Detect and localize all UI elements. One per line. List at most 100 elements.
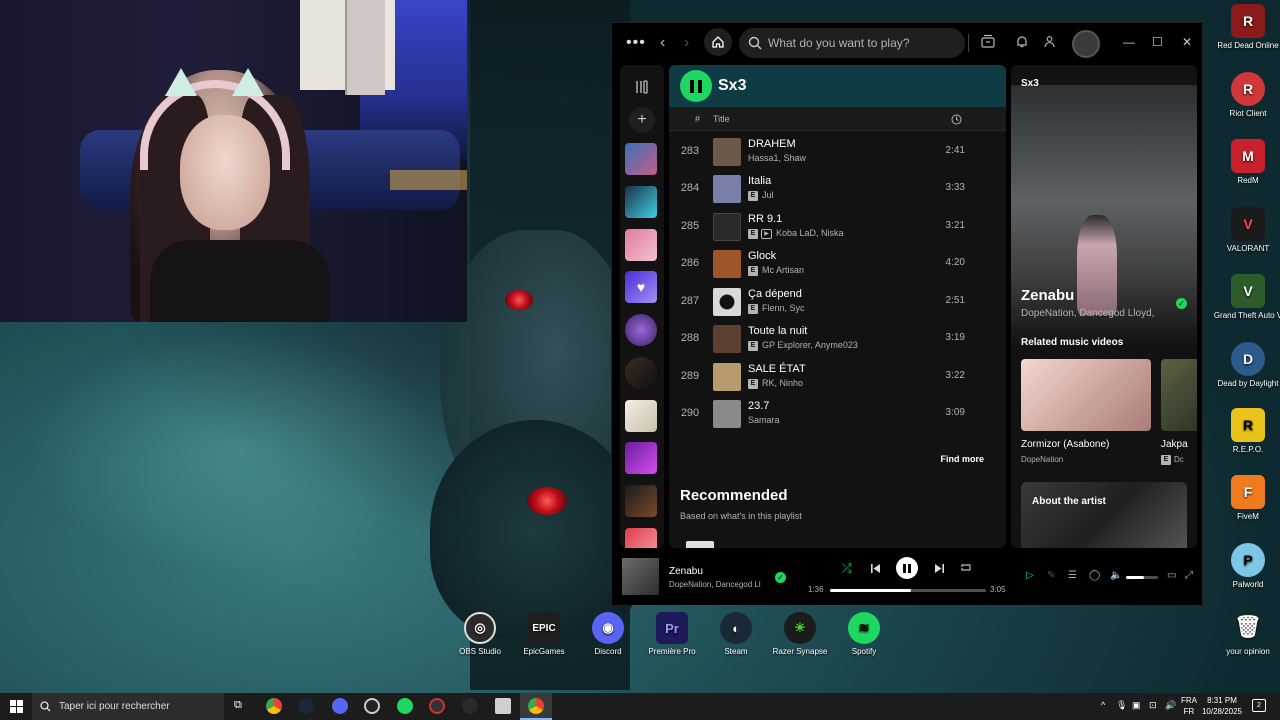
track-row[interactable]: 288 Toute la nuit E GP Explorer, Anyme02… <box>669 320 1006 357</box>
track-row[interactable]: 284 Italia E Jul 3:33 <box>669 170 1006 207</box>
related-video-title[interactable]: Zormizor (Asabone) <box>1021 439 1109 450</box>
desktop-icon-fivem[interactable]: F FiveM <box>1210 475 1280 522</box>
desktop-icon-recycle-bin[interactable]: 🗑 your opinion <box>1210 610 1280 657</box>
taskbar-search-input[interactable] <box>59 701 219 712</box>
library-item[interactable] <box>625 357 657 389</box>
user-avatar[interactable] <box>1072 30 1100 58</box>
dock-icon-steam[interactable]: ◐ Steam <box>704 612 768 656</box>
tray-app-icon[interactable]: ▣ <box>1132 700 1141 711</box>
minimize-icon[interactable]: — <box>1123 35 1135 49</box>
player-artists[interactable]: DopeNation, Dancegod Ll <box>669 580 764 589</box>
queue-icon[interactable]: ☰ <box>1068 570 1077 581</box>
now-playing-song[interactable]: Zenabu <box>1021 287 1074 304</box>
desktop-icon-palworld[interactable]: P Palworld <box>1210 543 1280 590</box>
app-taskbar-icon[interactable] <box>429 698 445 714</box>
related-video-thumbnail[interactable] <box>1161 359 1197 431</box>
search-bar[interactable] <box>739 28 965 58</box>
start-button[interactable] <box>10 700 23 713</box>
library-item[interactable] <box>625 314 657 346</box>
play-pause-button[interactable] <box>896 557 918 579</box>
shuffle-icon[interactable]: ⤮ <box>842 561 852 576</box>
notifications-bell-icon[interactable] <box>1016 35 1028 48</box>
spotify-taskbar-icon[interactable] <box>397 698 413 714</box>
friend-activity-icon[interactable] <box>1043 35 1056 48</box>
now-playing-artists[interactable]: DopeNation, Dancegod Lloyd, <box>1021 308 1154 319</box>
maximize-icon[interactable]: ☐ <box>1152 35 1163 49</box>
repeat-icon[interactable] <box>960 563 972 574</box>
column-title[interactable]: Title <box>713 114 730 124</box>
create-playlist-button[interactable]: + <box>629 107 655 133</box>
player-song-title[interactable]: Zenabu <box>669 566 703 577</box>
obs-taskbar-icon[interactable] <box>364 698 380 714</box>
saved-check-icon[interactable]: ✓ <box>775 572 786 583</box>
home-button[interactable] <box>704 28 732 56</box>
track-artists[interactable]: Jul <box>762 190 774 200</box>
desktop-icon-gta-v[interactable]: V Grand Theft Auto V <box>1210 274 1280 321</box>
fullscreen-icon[interactable]: ⤢ <box>1185 570 1193 581</box>
track-row[interactable]: 289 SALE ÉTAT E RK, Ninho 3:22 <box>669 358 1006 395</box>
track-row[interactable]: 290 23.7 Samara 3:09 <box>669 395 1006 432</box>
dock-icon-obs-studio[interactable]: ◎ OBS Studio <box>448 612 512 656</box>
discord-taskbar-icon[interactable] <box>332 698 348 714</box>
find-more-link[interactable]: Find more <box>940 454 984 464</box>
related-video-title[interactable]: Jakpa <box>1161 439 1188 450</box>
back-arrow-icon[interactable]: ‹ <box>660 34 665 52</box>
desktop-icon-redm[interactable]: M RedM <box>1210 139 1280 186</box>
dock-icon-razer-synapse[interactable]: ✳ Razer Synapse <box>768 612 832 656</box>
chrome-taskbar-icon[interactable] <box>266 698 282 714</box>
desktop-icon-riot-client[interactable]: R Riot Client <box>1210 72 1280 119</box>
track-artists[interactable]: Koba LaD, Niska <box>776 228 844 238</box>
volume-icon[interactable]: 🔈 <box>1110 570 1122 581</box>
close-icon[interactable]: ✕ <box>1182 35 1192 49</box>
library-item[interactable] <box>625 485 657 517</box>
task-view-icon[interactable]: ⧉ <box>234 699 242 712</box>
about-artist-card[interactable] <box>1021 482 1187 548</box>
liked-songs-item[interactable]: ♥ <box>625 271 657 303</box>
library-item[interactable] <box>625 186 657 218</box>
mini-player-icon[interactable]: ▭ <box>1167 570 1176 581</box>
notification-center-button[interactable]: 2 <box>1252 699 1266 712</box>
track-row[interactable]: 286 Glock E Mc Artisan 4:20 <box>669 245 1006 282</box>
track-artists[interactable]: RK, Ninho <box>762 378 803 388</box>
library-item[interactable] <box>625 400 657 432</box>
track-artists[interactable]: Mc Artisan <box>762 265 804 275</box>
desktop-icon-repo[interactable]: R R.E.P.O. <box>1210 408 1280 455</box>
search-input[interactable] <box>768 36 948 50</box>
dock-icon-premiere-pro[interactable]: Pr Première Pro <box>640 612 704 656</box>
more-menu-icon[interactable]: ••• <box>626 34 646 52</box>
track-row[interactable]: 287 Ça dépend E Flenn, Syc 2:51 <box>669 283 1006 320</box>
lyrics-icon[interactable]: ✎ <box>1047 570 1055 581</box>
library-item[interactable] <box>625 442 657 474</box>
app-taskbar-icon[interactable] <box>462 698 478 714</box>
connect-device-icon[interactable]: ◯ <box>1089 570 1100 581</box>
forward-arrow-icon[interactable]: › <box>684 34 689 52</box>
related-video-thumbnail[interactable] <box>1021 359 1151 431</box>
track-row[interactable]: 283 DRAHEM Hassa1, Shaw 2:41 <box>669 133 1006 170</box>
show-hidden-icons[interactable]: ^ <box>1101 700 1105 710</box>
related-video-artist[interactable]: DopeNation <box>1021 455 1063 464</box>
volume-slider[interactable] <box>1126 576 1158 579</box>
language-indicator[interactable]: FRA FR <box>1181 695 1197 717</box>
desktop-icon-dead-by-daylight[interactable]: D Dead by Daylight <box>1210 342 1280 389</box>
steam-taskbar-icon[interactable] <box>298 698 314 714</box>
taskbar-clock[interactable]: 8:31 PM 10/28/2025 <box>1197 695 1247 717</box>
now-playing-view-icon[interactable]: ▷ <box>1026 570 1034 581</box>
progress-bar[interactable] <box>830 589 986 592</box>
library-item[interactable] <box>625 528 657 548</box>
taskbar-search[interactable] <box>32 693 224 720</box>
desktop-icon-red-dead-online[interactable]: R Red Dead Online <box>1210 4 1280 51</box>
chrome-active-taskbar-item[interactable] <box>520 693 552 720</box>
track-row[interactable]: 285 RR 9.1 E ▶ Koba LaD, Niska 3:21 <box>669 208 1006 245</box>
library-icon[interactable] <box>634 79 650 95</box>
network-icon[interactable]: ⊡ <box>1149 700 1157 711</box>
recommended-track-row[interactable] <box>686 541 714 548</box>
dock-icon-discord[interactable]: ◉ Discord <box>576 612 640 656</box>
microphone-icon[interactable]: 🎙 <box>1116 700 1127 711</box>
library-item[interactable] <box>625 229 657 261</box>
track-artists[interactable]: Flenn, Syc <box>762 303 805 313</box>
speaker-icon[interactable]: 🔊 <box>1165 700 1176 711</box>
dock-icon-epic-games[interactable]: EPIC EpicGames <box>512 612 576 656</box>
related-video-artist[interactable]: Dc <box>1174 455 1184 464</box>
desktop-icon-valorant[interactable]: V VALORANT <box>1210 207 1280 254</box>
player-artwork[interactable] <box>622 558 659 595</box>
